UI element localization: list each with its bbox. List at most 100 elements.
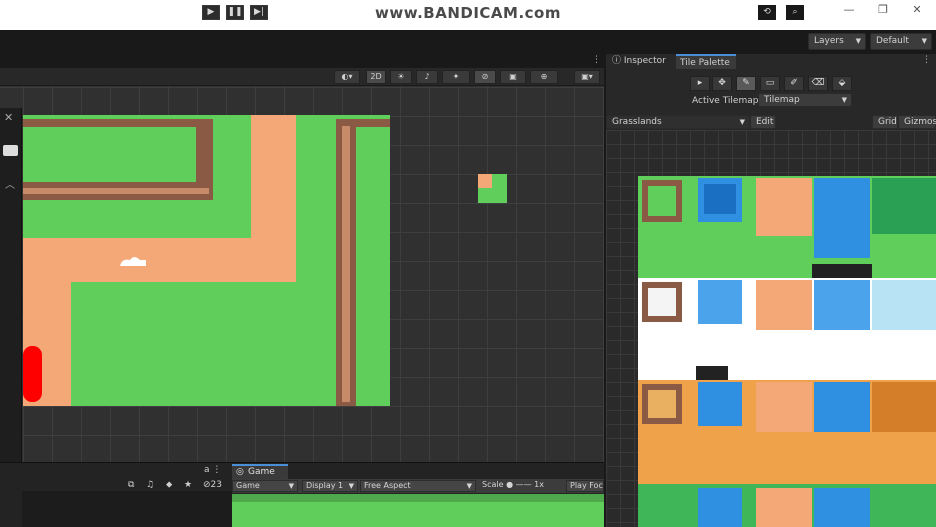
effects-icon[interactable]: ✦: [442, 70, 470, 84]
search-icon[interactable]: ⌕: [786, 5, 804, 20]
history-icon[interactable]: ⟲: [758, 5, 776, 20]
info-icon: ⓘ: [612, 56, 624, 66]
maximize-button[interactable]: ❐: [872, 2, 894, 18]
tile-water-deep: [704, 184, 736, 214]
panel-options-icon[interactable]: ⋮: [922, 55, 931, 65]
hidden-counter: ⊘23: [203, 480, 222, 490]
picker-tool-icon[interactable]: ✐: [784, 76, 804, 91]
chevron-down-icon: ▼: [466, 482, 472, 490]
tile-dark-grass: [872, 178, 936, 234]
game-dropdown-label: Game: [236, 481, 260, 490]
edit-button[interactable]: Edit: [750, 115, 776, 129]
tile-desert-inner: [648, 390, 676, 418]
aspect-dropdown[interactable]: Free Aspect ▼: [360, 480, 476, 492]
scene-visibility-icon[interactable]: ⊘: [474, 70, 496, 84]
chevron-down-icon: ▼: [739, 118, 745, 126]
player-object: [23, 346, 42, 402]
scale-slider[interactable]: Scale ● —— 1x: [482, 480, 544, 489]
play-focused-dropdown[interactable]: Play Foc: [566, 480, 604, 492]
layers-label: Layers: [814, 36, 844, 46]
floating-tile-dirt: [478, 174, 492, 188]
tile-water-2: [814, 178, 870, 258]
play-focused-label: Play Foc: [570, 481, 603, 490]
shading-mode-icon[interactable]: ◐▾: [334, 70, 360, 84]
tile-dark-strip-2: [696, 366, 728, 380]
lighting-toggle-icon[interactable]: ☀: [390, 70, 412, 84]
palette-dropdown-label: Grasslands: [612, 117, 662, 127]
tile-desert-sand: [756, 382, 812, 432]
game-view-dropdown[interactable]: Game ▼: [232, 480, 298, 492]
game-view[interactable]: [232, 494, 604, 527]
gizmo-icon[interactable]: ⊕: [530, 70, 558, 84]
tile-ice-water: [698, 280, 742, 324]
tile-ice: [872, 280, 936, 330]
star-icon[interactable]: ★: [184, 480, 192, 490]
tab-tile-palette[interactable]: Tile Palette: [676, 54, 736, 69]
2d-toggle-button[interactable]: 2D: [366, 70, 386, 84]
gamepad-icon: ◎: [236, 467, 244, 477]
layers-dropdown[interactable]: Layers ▼: [808, 33, 866, 50]
tile-dirt: [756, 178, 812, 236]
scene-view[interactable]: [0, 86, 604, 462]
step-button[interactable]: ▶|: [250, 5, 268, 20]
cliff-top: [23, 119, 213, 127]
main-toolbar: [0, 30, 936, 54]
tag-icon[interactable]: ⬥: [166, 480, 172, 490]
lock-icon[interactable]: a ⋮: [204, 465, 221, 475]
game-view-edge: [232, 494, 604, 502]
tile-snow-dirt: [756, 280, 812, 330]
audio-toggle-icon[interactable]: ♪: [416, 70, 438, 84]
maximize-scene-icon[interactable]: ▣▾: [574, 70, 600, 84]
close-overlay-icon[interactable]: ✕: [4, 111, 13, 124]
scale-label: Scale: [482, 480, 504, 489]
tile-desert-dark: [872, 382, 936, 432]
eraser-tool-icon[interactable]: ⌫: [808, 76, 828, 91]
play-button[interactable]: ▶: [202, 5, 220, 20]
tileset-canvas: [638, 176, 936, 527]
brush-tool-icon[interactable]: ✎: [736, 76, 756, 91]
tab-inspector[interactable]: ⓘ Inspector: [612, 54, 674, 69]
chevron-down-icon: ▼: [348, 482, 354, 490]
chevron-down-icon: ▼: [921, 37, 927, 45]
hierarchy-icon[interactable]: ⧉: [128, 480, 134, 490]
move-tool-icon[interactable]: ✥: [712, 76, 732, 91]
display-dropdown-label: Display 1: [306, 481, 344, 490]
layout-label: Default: [876, 36, 909, 46]
pause-button[interactable]: ❚❚: [226, 5, 244, 20]
tile-forest-dirt: [756, 488, 812, 527]
gizmos-button[interactable]: Gizmos: [898, 115, 936, 129]
box-fill-tool-icon[interactable]: ▭: [760, 76, 780, 91]
tab-game[interactable]: ◎ Game: [232, 464, 288, 479]
active-tilemap-label: Active Tilemap: [692, 96, 759, 106]
tile-ice-water-2: [814, 280, 870, 330]
grid-button[interactable]: Grid: [872, 115, 898, 129]
cliff-bottom-highlight: [23, 188, 209, 194]
camera-capture-icon[interactable]: [3, 145, 18, 156]
display-dropdown[interactable]: Display 1 ▼: [302, 480, 358, 492]
tile-cliff-inner: [648, 186, 676, 216]
tile-palette-grid[interactable]: [606, 130, 936, 527]
layout-dropdown[interactable]: Default ▼: [870, 33, 932, 50]
scale-value: 1x: [534, 480, 544, 489]
palette-dropdown[interactable]: Grasslands ▼: [606, 115, 750, 129]
close-button[interactable]: ✕: [906, 2, 928, 18]
tile-forest-water: [698, 488, 742, 527]
project-panel: [22, 491, 232, 527]
aspect-dropdown-label: Free Aspect: [364, 481, 411, 490]
game-tab-label: Game: [248, 467, 275, 477]
chevron-up-icon[interactable]: ︿: [5, 176, 15, 191]
fill-tool-icon[interactable]: ⬙: [832, 76, 852, 91]
tile-palette-tab-label: Tile Palette: [680, 58, 730, 68]
active-tilemap-value: Tilemap: [764, 95, 800, 105]
more-options-icon[interactable]: ⋮: [592, 55, 601, 65]
inspector-tab-label: Inspector: [623, 56, 666, 66]
camera-icon[interactable]: ▣: [500, 70, 526, 84]
active-tilemap-dropdown[interactable]: Tilemap ▼: [758, 93, 852, 107]
tile-forest-water-2: [814, 488, 870, 527]
tilemap-canvas: [23, 115, 507, 406]
chevron-down-icon: ▼: [855, 37, 861, 45]
tile-dark-strip: [812, 264, 872, 278]
select-tool-icon[interactable]: ▸: [690, 76, 710, 91]
audio-icon[interactable]: ♫: [146, 480, 154, 490]
minimize-button[interactable]: —: [838, 2, 860, 18]
